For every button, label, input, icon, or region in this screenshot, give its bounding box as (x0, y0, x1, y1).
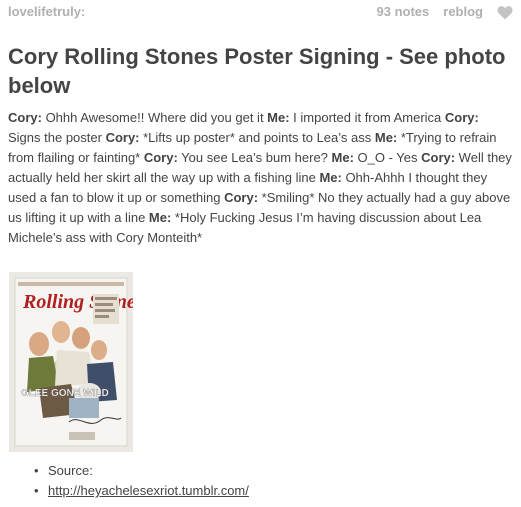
dialogue-text: Ohhh Awesome!! Where did you get it (41, 110, 268, 125)
source-label-item: Source: (8, 461, 513, 481)
post-header: lovelifetruly: 93 notes reblog (8, 4, 513, 22)
post-title: Cory Rolling Stones Poster Signing - See… (8, 44, 506, 98)
blog-name-link[interactable]: lovelifetruly: (8, 4, 85, 19)
speaker-label: Me: (267, 110, 290, 125)
speaker-label: Cory: (444, 110, 479, 125)
post-actions: 93 notes reblog (377, 4, 513, 22)
source-link-item: http://heyachelesexriot.tumblr.com/ (8, 481, 513, 501)
poster-photo[interactable]: Rolling Stone GLEE GONE WILD (9, 272, 133, 452)
speaker-label: Cory: (105, 130, 140, 145)
dialogue-text: *Lifts up poster* and points to Lea’s as… (139, 130, 375, 145)
heart-icon[interactable] (497, 5, 513, 20)
source-label: Source: (48, 463, 93, 478)
speaker-label: Me: (319, 170, 342, 185)
speaker-label: Me: (148, 210, 172, 225)
dialogue-text: Signs the poster (8, 130, 106, 145)
speaker-label: Me: (374, 130, 398, 145)
speaker-label: Cory: (421, 150, 456, 165)
source-list: Source: http://heyachelesexriot.tumblr.c… (8, 461, 513, 501)
reblog-link[interactable]: reblog (443, 4, 483, 19)
speaker-label: Me: (331, 150, 354, 165)
speaker-label: Cory: (224, 190, 259, 205)
post-body: Cory: Ohhh Awesome!! Where did you get i… (8, 108, 513, 248)
poster-illustration: Rolling Stone GLEE GONE WILD (9, 272, 133, 452)
speaker-label: Cory: (8, 110, 42, 125)
notes-count[interactable]: 93 notes (377, 4, 430, 19)
dialogue-text: O_O - Yes (353, 150, 422, 165)
speaker-label: Cory: (143, 150, 178, 165)
dialogue-text: You see Lea’s bum here? (177, 150, 332, 165)
poster-cover-line: GLEE GONE WILD (21, 388, 109, 399)
dialogue-text: I imported it from America (289, 110, 445, 125)
source-link[interactable]: http://heyachelesexriot.tumblr.com/ (48, 483, 249, 498)
